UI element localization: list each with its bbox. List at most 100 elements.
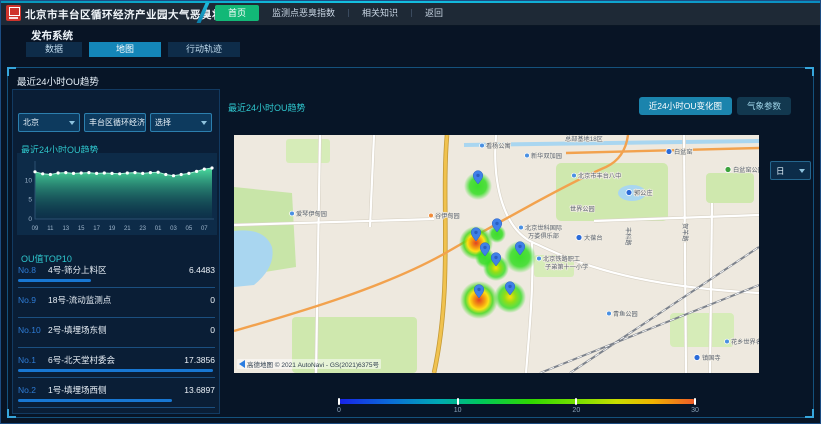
- ou-value: 6.4483: [189, 265, 215, 275]
- svg-text:17: 17: [93, 226, 100, 232]
- map-poi-label: 谷伊甸园: [435, 212, 460, 220]
- left-sidebar: 北京丰台区循环经济产选择 最近24小时OU趋势 0510091113151719…: [12, 89, 220, 414]
- map-attribution-text: 高德地图 © 2021 AutoNavi - GS(2021)6375号: [247, 359, 379, 369]
- ou-progress-bar: [18, 279, 91, 282]
- time-range-select[interactable]: 日: [770, 161, 811, 180]
- map-poi-label: 贺羊路: [681, 223, 689, 242]
- svg-text:11: 11: [47, 226, 54, 232]
- ou-progress-bar: [18, 399, 172, 402]
- map-poi-label: 北京铁路职工: [543, 255, 580, 263]
- time-range-value: 日: [776, 165, 785, 177]
- ou-site-name: 4号-筛分上料区: [48, 264, 189, 276]
- ou-top-row: No.84号-筛分上料区6.4483: [18, 263, 215, 293]
- legend-tick-marker: [457, 398, 459, 405]
- ou-value: 13.6897: [184, 385, 215, 395]
- map-poi-label: 丰科路: [624, 227, 632, 246]
- poi-icon: [429, 213, 434, 218]
- svg-text:09: 09: [32, 226, 39, 232]
- row-divider: [18, 407, 215, 408]
- filter-select-value: 丰台区循环经济产: [89, 117, 146, 128]
- metro-station-icon: [626, 190, 632, 196]
- svg-text:23: 23: [139, 226, 146, 232]
- ou-site-name: 1号-填埋场西侧: [48, 384, 184, 396]
- map-svg: 总部基地18区看杨公寓新华双加园白盆窑白盆窑公园北京市丰台八中郭公庄世界公园大葆…: [234, 135, 759, 373]
- ou-value: 0: [210, 325, 215, 335]
- map-poi-label: 北京世科国际: [525, 224, 562, 232]
- main-panel: 最近24小时OU趋势 北京丰台区循环经济产选择 最近24小时OU趋势 05100…: [7, 67, 814, 418]
- map-poi-label: 子弟第十一小学: [545, 263, 588, 271]
- tab-active[interactable]: 地图: [89, 42, 161, 57]
- map-buttons: 近24小时OU变化图气象参数: [639, 97, 791, 115]
- panel-corner-accent: [7, 67, 16, 76]
- map-poi-label: 爱琴伊甸园: [296, 210, 327, 218]
- tab-item[interactable]: 数据: [26, 42, 82, 57]
- map-poi-label: 总部基地18区: [565, 135, 603, 143]
- metro-station-icon: [666, 149, 672, 155]
- chevron-down-icon: [201, 121, 207, 125]
- ou-top-row: No.918号-流动监测点0: [18, 293, 215, 323]
- map-attribution: 高德地图 © 2021 AutoNavi - GS(2021)6375号: [237, 359, 381, 369]
- svg-text:19: 19: [109, 226, 116, 232]
- poi-icon: [725, 339, 730, 344]
- row-divider: [18, 377, 215, 378]
- trend-chart: 0510091113151719212301030507: [17, 153, 217, 235]
- map-poi-label: 大葆台: [584, 234, 603, 242]
- ou-top-row: No.102号-填埋场东侧0: [18, 323, 215, 353]
- main-nav: 首页监测点恶臭指数相关知识返回: [215, 5, 456, 21]
- ou-top-row: No.21号-填埋场西侧13.6897: [18, 383, 215, 413]
- ou-value: 17.3856: [184, 355, 215, 365]
- nav-item[interactable]: 相关知识: [349, 5, 411, 21]
- svg-text:01: 01: [155, 226, 162, 232]
- map-section-title: 最近24小时OU趋势: [228, 101, 306, 114]
- ou-rank: No.2: [18, 385, 48, 395]
- legend-tick-label: 0: [337, 407, 341, 414]
- poi-icon: [537, 256, 542, 261]
- filter-select[interactable]: 选择: [150, 113, 212, 132]
- filter-select-value: 北京: [23, 117, 39, 128]
- map-poi-label: 看杨公寓: [486, 142, 511, 150]
- map-poi-label: 白盆窑公园: [733, 166, 759, 174]
- ou-site-name: 6号-北天堂村委会: [48, 354, 184, 366]
- park-icon: [725, 167, 731, 173]
- ou-rank: No.8: [18, 265, 48, 275]
- nav-item[interactable]: 首页: [215, 5, 259, 21]
- ou-top-list: No.84号-筛分上料区6.4483No.918号-流动监测点0No.102号-…: [18, 263, 215, 413]
- svg-text:0: 0: [28, 216, 32, 223]
- row-divider: [18, 317, 215, 318]
- poi-icon: [525, 153, 530, 158]
- map-poi-label: 新华双加园: [531, 152, 562, 160]
- chevron-down-icon: [69, 121, 75, 125]
- row-divider: [18, 287, 215, 288]
- ou-top-row: No.16号-北天堂村委会17.3856: [18, 353, 215, 383]
- ou-rank: No.1: [18, 355, 48, 365]
- svg-text:15: 15: [78, 226, 85, 232]
- ou-site-name: 2号-填埋场东侧: [48, 324, 210, 336]
- filter-select-value: 选择: [155, 117, 171, 128]
- app-logo-icon: [6, 5, 21, 21]
- poi-icon: [572, 173, 577, 178]
- publish-system-label: 发布系统: [31, 28, 73, 43]
- svg-text:13: 13: [62, 226, 69, 232]
- tab-item[interactable]: 行动轨迹: [168, 42, 240, 57]
- ou-rank: No.9: [18, 295, 48, 305]
- filter-select[interactable]: 北京: [18, 113, 80, 132]
- weather-params-button[interactable]: 气象参数: [737, 97, 791, 115]
- legend-tick-marker: [338, 398, 340, 405]
- nav-item[interactable]: 返回: [412, 5, 456, 21]
- map-poi-label: 世界公园: [570, 205, 595, 213]
- svg-text:05: 05: [186, 226, 193, 232]
- nav-item[interactable]: 监测点恶臭指数: [259, 5, 348, 21]
- map-poi-label: 花乡世界名园: [731, 338, 759, 346]
- metro-station-icon: [576, 235, 582, 241]
- map-poi-label: 白盆窑: [674, 148, 693, 156]
- map-canvas[interactable]: 总部基地18区看杨公寓新华双加园白盆窑白盆窑公园北京市丰台八中郭公庄世界公园大葆…: [234, 135, 759, 373]
- panel-title: 最近24小时OU趋势: [17, 74, 99, 88]
- filter-select[interactable]: 丰台区循环经济产: [84, 113, 146, 132]
- ou-change-map-button[interactable]: 近24小时OU变化图: [639, 97, 732, 115]
- poi-icon: [607, 311, 612, 316]
- svg-text:5: 5: [28, 197, 32, 204]
- chevron-down-icon: [799, 169, 805, 173]
- panel-corner-accent: [805, 409, 814, 418]
- trend-chart-svg: 0510091113151719212301030507: [17, 153, 217, 235]
- legend-tick-label: 20: [572, 407, 580, 414]
